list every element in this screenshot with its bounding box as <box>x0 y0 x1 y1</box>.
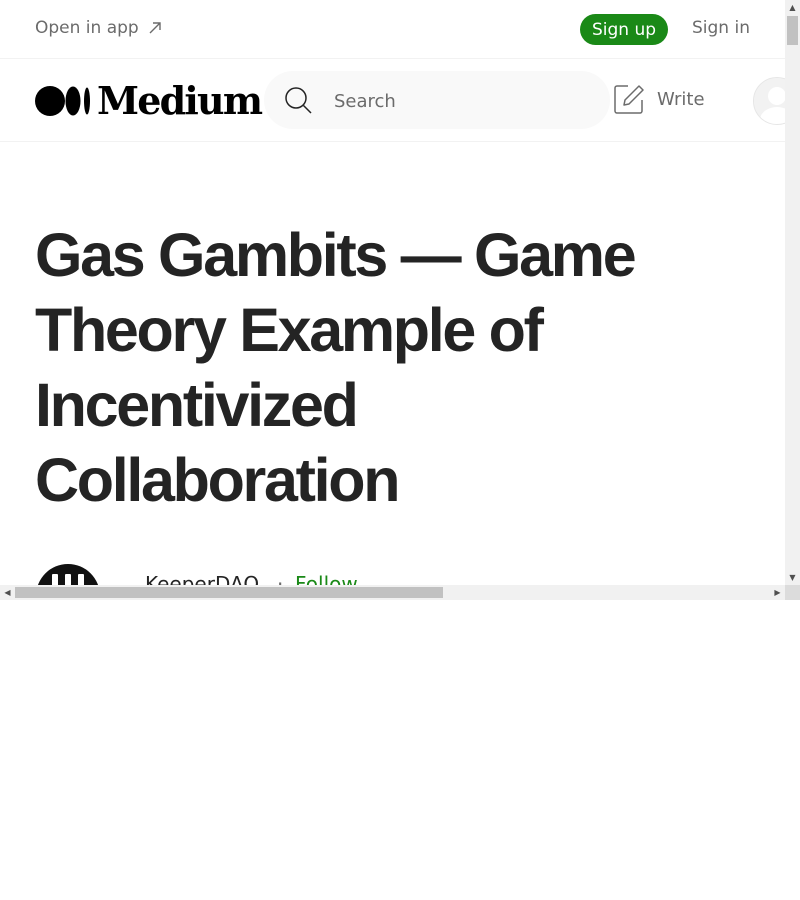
follow-button[interactable]: Follow <box>295 572 358 585</box>
scroll-left-arrow-icon[interactable]: ◀ <box>0 585 15 600</box>
write-button[interactable]: Write <box>614 84 705 114</box>
scroll-down-arrow-icon[interactable]: ▼ <box>785 570 800 585</box>
open-in-app-label: Open in app <box>35 18 139 38</box>
vertical-scroll-thumb[interactable] <box>787 16 798 45</box>
search-icon <box>285 87 312 114</box>
article-title: Gas Gambits — Game Theory Example of Inc… <box>35 221 637 514</box>
site-header: Medium Write <box>0 59 785 142</box>
logo-wordmark: Medium <box>97 78 263 123</box>
horizontal-scrollbar[interactable]: ◀ ▶ <box>0 585 785 600</box>
search-input[interactable] <box>332 85 596 117</box>
author-name-link[interactable]: KeeperDAO <box>145 572 259 585</box>
author-byline: KeeperDAO · Follow <box>35 564 635 585</box>
app-banner: Open in app Sign up Sign in <box>0 0 785 59</box>
scroll-up-arrow-icon[interactable]: ▲ <box>785 0 800 15</box>
write-icon <box>614 85 644 114</box>
search-bar[interactable] <box>264 71 610 129</box>
byline-separator: · <box>277 572 284 585</box>
avatar-logo-bar <box>78 574 84 585</box>
page-viewport: Open in app Sign up Sign in Medium Searc… <box>0 0 785 585</box>
user-avatar-button[interactable] <box>753 77 785 125</box>
avatar-logo-bar <box>65 574 71 585</box>
author-avatar[interactable] <box>36 564 100 585</box>
write-label: Write <box>657 88 705 110</box>
sign-up-button[interactable]: Sign up <box>580 14 668 45</box>
sign-in-link[interactable]: Sign in <box>692 18 750 38</box>
horizontal-scroll-thumb[interactable] <box>15 587 443 598</box>
avatar-logo-bar <box>52 574 58 585</box>
user-avatar-icon <box>754 78 785 124</box>
scrollbar-corner <box>785 585 800 600</box>
open-in-app-link[interactable]: Open in app <box>35 18 163 38</box>
medium-logo-mark-icon <box>35 86 90 116</box>
medium-logo[interactable]: Medium <box>35 78 263 123</box>
vertical-scrollbar[interactable]: ▲ ▼ <box>785 0 800 585</box>
scroll-right-arrow-icon[interactable]: ▶ <box>770 585 785 600</box>
arrow-up-right-icon <box>149 22 161 34</box>
